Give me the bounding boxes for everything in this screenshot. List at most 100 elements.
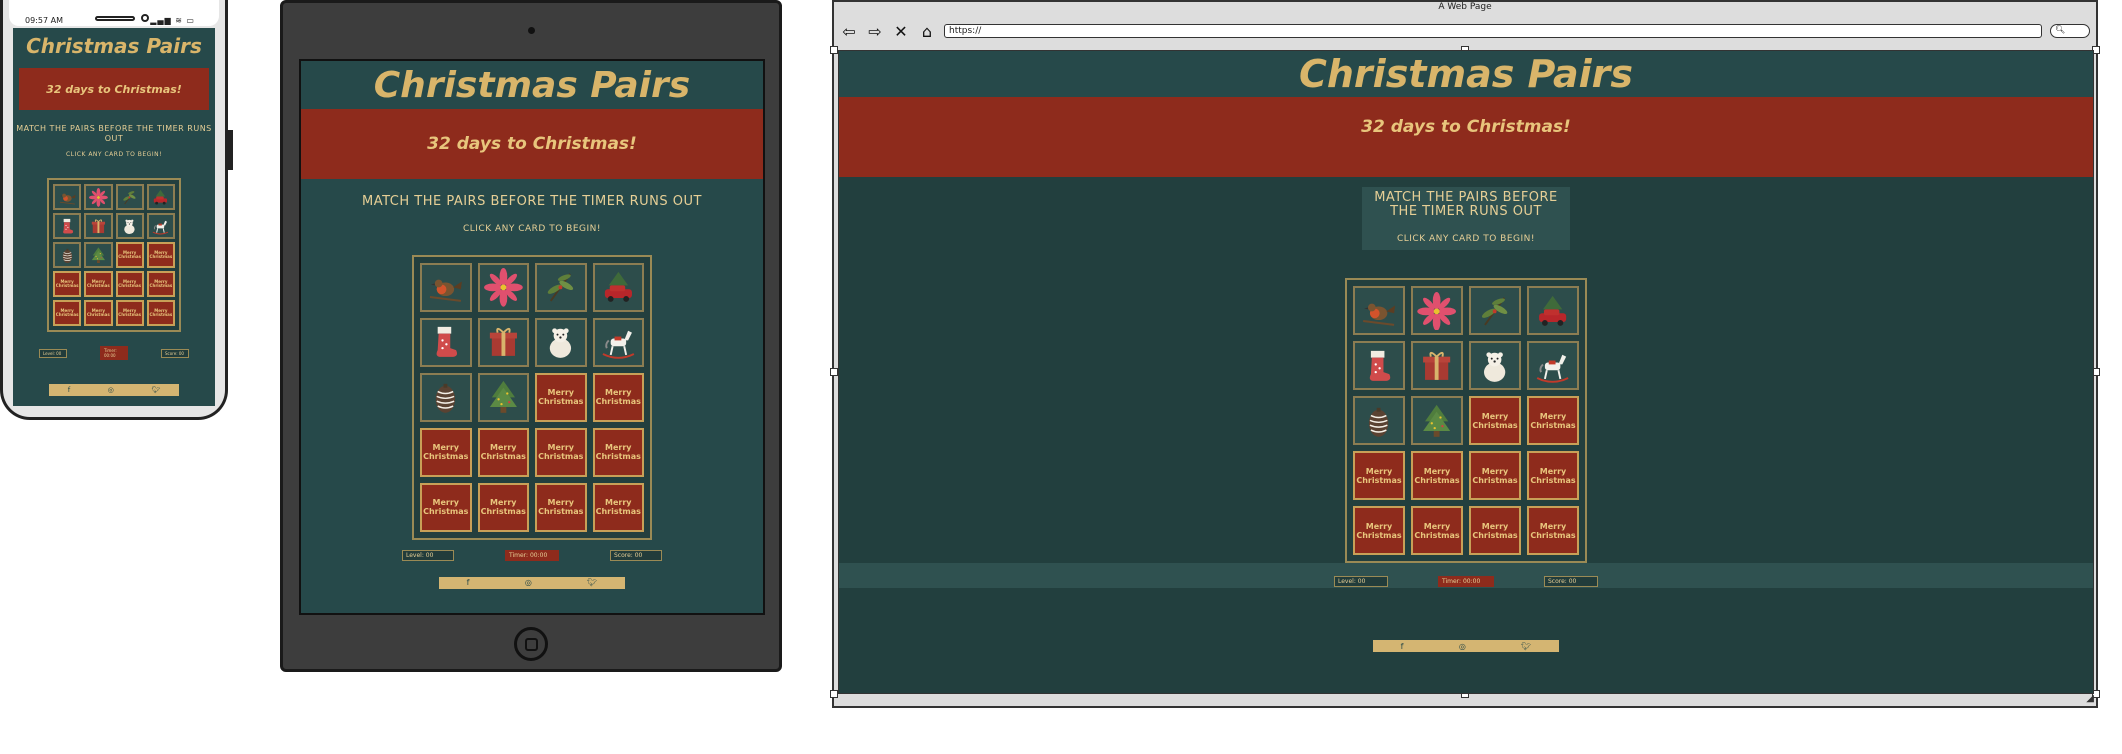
card-back[interactable]: Merry Christmas bbox=[535, 482, 587, 532]
facebook-icon[interactable]: f bbox=[1401, 642, 1404, 651]
social-footer: f ◎ 🐦︎ bbox=[49, 384, 179, 397]
home-icon[interactable]: ⌂ bbox=[918, 22, 936, 41]
card-back[interactable]: Merry Christmas bbox=[115, 271, 144, 298]
card-back[interactable]: Merry Christmas bbox=[146, 300, 175, 327]
robin-card[interactable] bbox=[1353, 286, 1405, 336]
card-back[interactable]: Merry Christmas bbox=[84, 271, 113, 298]
card-back[interactable]: Merry Christmas bbox=[53, 300, 82, 327]
gift-box-card[interactable] bbox=[1411, 341, 1463, 391]
rocking-horse-card[interactable] bbox=[146, 213, 175, 240]
pinecone-card[interactable] bbox=[1353, 396, 1405, 446]
address-bar[interactable]: https:// bbox=[944, 24, 2042, 38]
card-grid: Merry Christmas Merry Christmas Merry Chri… bbox=[412, 254, 652, 540]
stats-row: Level: 00 Timer: 00:00 Score: 00 bbox=[301, 549, 763, 561]
card-back[interactable]: Merry Christmas bbox=[1469, 506, 1521, 556]
card-back[interactable]: Merry Christmas bbox=[1353, 451, 1405, 501]
christmas-tree-card[interactable] bbox=[1411, 396, 1463, 446]
countdown-banner: 32 days to Christmas! bbox=[19, 68, 209, 110]
twitter-icon[interactable]: 🐦︎ bbox=[151, 386, 160, 394]
title-bar: Christmas Pairs bbox=[13, 34, 215, 58]
card-back[interactable]: Merry Christmas bbox=[84, 300, 113, 327]
instructions: MATCH THE PAIRS BEFORE THE TIMER RUNS OU… bbox=[13, 124, 215, 158]
phone-mockup: 09:57 AM ▂▄▆ ≋ ▭ Christmas Pairs 32 days … bbox=[0, 0, 233, 420]
resize-handle[interactable] bbox=[830, 46, 838, 54]
card-back[interactable]: Merry Christmas bbox=[1527, 451, 1579, 501]
red-car-tree-card[interactable] bbox=[146, 184, 175, 211]
card-back[interactable]: Merry Christmas bbox=[477, 427, 529, 477]
card-back[interactable]: Merry Christmas bbox=[592, 427, 644, 477]
card-back[interactable]: Merry Christmas bbox=[1353, 506, 1405, 556]
resize-handle[interactable] bbox=[830, 368, 838, 376]
instagram-icon[interactable]: ◎ bbox=[108, 386, 114, 394]
holly-sprig-card[interactable] bbox=[115, 184, 144, 211]
card-back[interactable]: Merry Christmas bbox=[146, 242, 175, 269]
card-back[interactable]: Merry Christmas bbox=[1411, 506, 1463, 556]
card-back[interactable]: Merry Christmas bbox=[420, 482, 472, 532]
christmas-tree-card[interactable] bbox=[84, 242, 113, 269]
polar-bear-card[interactable] bbox=[535, 317, 587, 367]
twitter-icon[interactable]: 🐦︎ bbox=[587, 578, 597, 587]
pinecone-card[interactable] bbox=[53, 242, 82, 269]
facebook-icon[interactable]: f bbox=[467, 578, 470, 587]
card-back[interactable]: Merry Christmas bbox=[592, 482, 644, 532]
card-back[interactable]: Merry Christmas bbox=[1527, 506, 1579, 556]
red-car-tree-card[interactable] bbox=[592, 262, 644, 312]
card-back[interactable]: Merry Christmas bbox=[146, 271, 175, 298]
tablet-screen: Christmas Pairs 32 days to Christmas! MATC… bbox=[299, 59, 765, 615]
robin-card[interactable] bbox=[420, 262, 472, 312]
instruction-sub: CLICK ANY CARD TO BEGIN! bbox=[65, 151, 162, 159]
stats-row: Level: 00 Timer: 00:00 Score: 00 bbox=[839, 563, 2093, 589]
pinecone-card[interactable] bbox=[420, 372, 472, 422]
holly-sprig-card[interactable] bbox=[1469, 286, 1521, 336]
rocking-horse-card[interactable] bbox=[1527, 341, 1579, 391]
gift-box-card[interactable] bbox=[477, 317, 529, 367]
red-car-tree-card[interactable] bbox=[1527, 286, 1579, 336]
robin-card[interactable] bbox=[53, 184, 82, 211]
browser-window: A Web Page ⇦ ⇨ ✕ ⌂ https:// 🔍︎ Christmas… bbox=[830, 0, 2100, 708]
stocking-card[interactable] bbox=[1353, 341, 1405, 391]
card-back[interactable]: Merry Christmas bbox=[535, 372, 587, 422]
gift-box-card[interactable] bbox=[84, 213, 113, 240]
stocking-card[interactable] bbox=[53, 213, 82, 240]
game-stats: Level: 00 Timer: 00:00 Score: 00 bbox=[402, 549, 662, 561]
score-counter: Score: 00 bbox=[1544, 576, 1598, 588]
instruction-sub: CLICK ANY CARD TO BEGIN! bbox=[1396, 233, 1535, 244]
card-back[interactable]: Merry Christmas bbox=[53, 271, 82, 298]
polar-bear-card[interactable] bbox=[115, 213, 144, 240]
christmas-tree-card[interactable] bbox=[477, 372, 529, 422]
poinsettia-card[interactable] bbox=[1411, 286, 1463, 336]
card-back[interactable]: Merry Christmas bbox=[115, 300, 144, 327]
window-title: A Web Page bbox=[1438, 2, 1492, 12]
resize-handle[interactable] bbox=[830, 690, 838, 698]
poinsettia-card[interactable] bbox=[84, 184, 113, 211]
social-footer: f ◎ 🐦︎ bbox=[1373, 640, 1559, 653]
instagram-icon[interactable]: ◎ bbox=[525, 578, 532, 587]
card-back[interactable]: Merry Christmas bbox=[477, 482, 529, 532]
instagram-icon[interactable]: ◎ bbox=[1459, 642, 1466, 651]
tablet-home-button[interactable] bbox=[514, 627, 548, 661]
back-arrow-icon[interactable]: ⇦ bbox=[840, 22, 858, 41]
card-back[interactable]: Merry Christmas bbox=[420, 427, 472, 477]
polar-bear-card[interactable] bbox=[1469, 341, 1521, 391]
card-back[interactable]: Merry Christmas bbox=[115, 242, 144, 269]
forward-arrow-icon[interactable]: ⇨ bbox=[866, 22, 884, 41]
card-back[interactable]: Merry Christmas bbox=[535, 427, 587, 477]
card-back[interactable]: Merry Christmas bbox=[1527, 396, 1579, 446]
card-back[interactable]: Merry Christmas bbox=[1469, 396, 1521, 446]
phone-side-button bbox=[228, 130, 233, 170]
twitter-icon[interactable]: 🐦︎ bbox=[1521, 642, 1531, 651]
poinsettia-card[interactable] bbox=[477, 262, 529, 312]
holly-sprig-card[interactable] bbox=[535, 262, 587, 312]
phone-screen: Christmas Pairs 32 days to Christmas! MATC… bbox=[13, 28, 215, 406]
card-back[interactable]: Merry Christmas bbox=[1469, 451, 1521, 501]
search-icon[interactable]: 🔍︎ bbox=[2050, 24, 2090, 38]
close-icon[interactable]: ✕ bbox=[892, 22, 910, 41]
tablet-camera bbox=[528, 27, 535, 34]
card-back[interactable]: Merry Christmas bbox=[592, 372, 644, 422]
timer-counter: Timer: 00:00 bbox=[505, 549, 559, 561]
facebook-icon[interactable]: f bbox=[68, 386, 70, 394]
rocking-horse-card[interactable] bbox=[592, 317, 644, 367]
card-back[interactable]: Merry Christmas bbox=[1411, 451, 1463, 501]
resize-grip-icon[interactable]: ◢ bbox=[2086, 693, 2094, 704]
stocking-card[interactable] bbox=[420, 317, 472, 367]
